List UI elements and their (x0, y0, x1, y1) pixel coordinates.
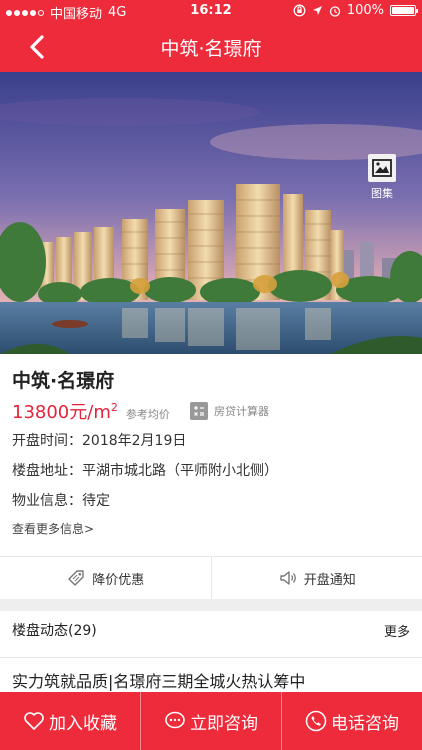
more-info-link[interactable]: 查看更多信息> (12, 520, 94, 537)
phone-icon (305, 710, 327, 732)
property-value: 待定 (82, 493, 110, 509)
calculator-icon (190, 402, 208, 420)
bottom-action-bar: 加入收藏 立即咨询 电话咨询 (0, 692, 422, 750)
location-icon (312, 6, 322, 15)
project-name: 中筑·名璟府 (12, 370, 115, 392)
consult-label: 立即咨询 (190, 713, 258, 734)
consult-button[interactable]: 立即咨询 (141, 692, 281, 750)
address-label: 楼盘地址： (12, 463, 82, 479)
status-bar: 中国移动 4G 16:12 100% (0, 0, 422, 22)
favorite-label: 加入收藏 (49, 713, 117, 734)
call-label: 电话咨询 (331, 713, 399, 734)
section-gap (0, 599, 422, 611)
rendering-illustration (0, 72, 422, 354)
open-date-label: 开盘时间： (12, 433, 82, 449)
heart-icon (24, 712, 44, 730)
opening-notice-button[interactable]: 开盘通知 (212, 557, 422, 599)
price-note: 参考均价 (125, 408, 170, 421)
mortgage-calculator-button[interactable]: 房贷计算器 (190, 402, 269, 420)
address-row: 楼盘地址：平湖市城北路（平师附小北侧） (12, 460, 278, 480)
open-date-row: 开盘时间：2018年2月19日 (12, 430, 186, 450)
action-row: 降价优惠 开盘通知 (0, 557, 422, 599)
page-title: 中筑·名璟府 (160, 38, 262, 60)
favorite-button[interactable]: 加入收藏 (0, 692, 140, 750)
price-tag-icon (68, 570, 84, 586)
battery-icon (390, 5, 418, 16)
chat-bubble-icon (165, 711, 185, 729)
alarm-icon (329, 5, 340, 17)
dynamics-latest-item[interactable]: 实力筑就品质|名璟府三期全城火热认筹中 (12, 668, 305, 692)
project-hero-image[interactable]: 图集 (0, 72, 422, 354)
property-label: 物业信息： (12, 493, 82, 509)
dynamics-header: 楼盘动态(29) 更多 (0, 611, 422, 647)
gallery-button[interactable]: 图集 (364, 154, 400, 201)
gallery-icon (368, 154, 396, 182)
address-value: 平湖市城北路（平师附小北侧） (82, 463, 278, 479)
battery-label: 100% (346, 3, 384, 18)
nav-header: 中筑·名璟府 (0, 22, 422, 72)
opening-notice-label: 开盘通知 (303, 572, 356, 588)
speaker-icon (280, 571, 296, 585)
open-date-value: 2018年2月19日 (82, 433, 187, 449)
average-price: 13800元/m2 (12, 401, 118, 423)
calculator-label: 房贷计算器 (214, 405, 269, 418)
property-row: 物业信息：待定 (12, 490, 110, 510)
top-bar: 中国移动 4G 16:12 100% 中筑·名璟府 (0, 0, 422, 72)
price-drop-label: 降价优惠 (92, 572, 145, 588)
lock-rotation-icon (293, 4, 306, 17)
dynamics-more-link[interactable]: 更多 (384, 621, 410, 640)
divider (0, 657, 422, 658)
price-drop-alert-button[interactable]: 降价优惠 (0, 557, 211, 599)
dynamics-title: 楼盘动态(29) (12, 623, 97, 639)
gallery-label: 图集 (371, 187, 393, 200)
call-button[interactable]: 电话咨询 (282, 692, 422, 750)
